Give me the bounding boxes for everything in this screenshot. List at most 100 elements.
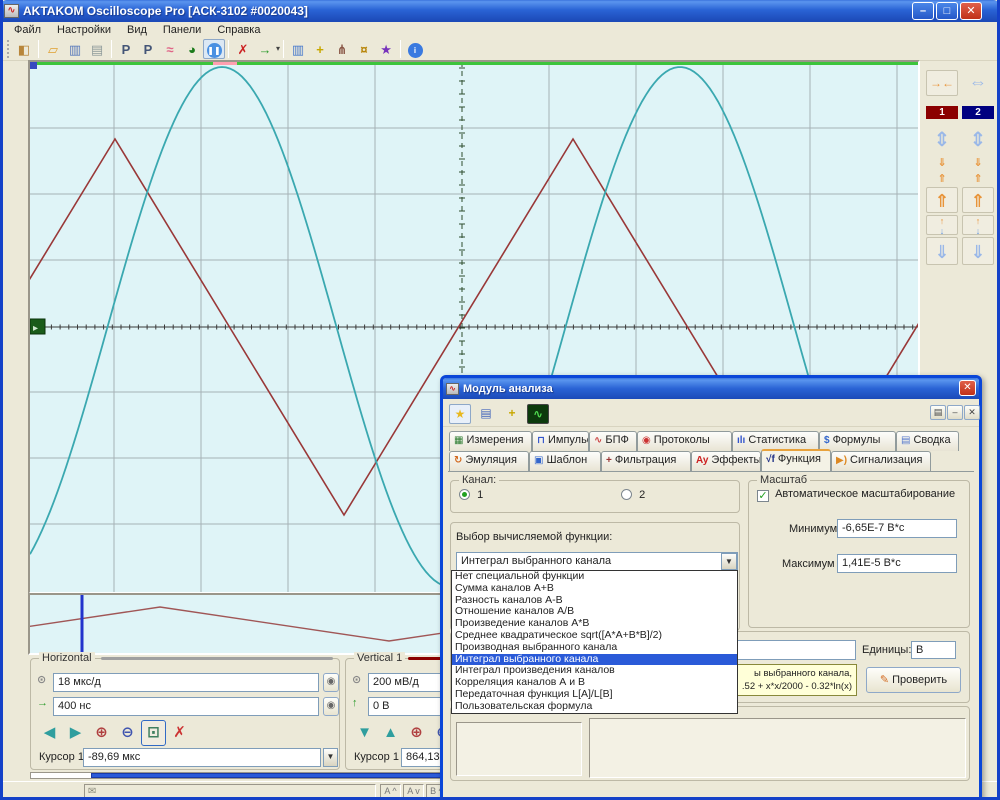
function-dropdown-button[interactable]: ▼ bbox=[721, 553, 737, 570]
shift-up-button-ch2[interactable]: ⇑ bbox=[962, 187, 994, 213]
status-cell-av[interactable]: A v bbox=[403, 784, 424, 799]
scroll-down-button[interactable]: ▼ bbox=[352, 720, 377, 746]
tab-сигнализация[interactable]: ▶)Сигнализация bbox=[831, 451, 931, 471]
tab-эффекты[interactable]: AyЭффекты bbox=[691, 451, 761, 471]
measure-cross-icon[interactable]: + bbox=[501, 404, 523, 424]
record-protocol-alt-icon[interactable]: P bbox=[137, 39, 159, 59]
dialog-close-button[interactable]: ✕ bbox=[959, 380, 976, 396]
tab-шаблон[interactable]: ▣Шаблон bbox=[529, 451, 601, 471]
expand-horizontal-button[interactable]: ⇔ bbox=[962, 70, 994, 96]
function-combobox[interactable]: Интеграл выбранного канала bbox=[456, 552, 738, 571]
menu-item-5[interactable]: Справка bbox=[209, 23, 268, 37]
scroll-left-button[interactable]: ◀ bbox=[37, 720, 62, 746]
function-option-3[interactable]: Разность каналов A-B bbox=[452, 595, 737, 607]
tab-фильтрация[interactable]: +Фильтрация bbox=[601, 451, 691, 471]
units-field[interactable]: В bbox=[911, 641, 956, 659]
cursor1-dropdown-button[interactable]: ▼ bbox=[323, 748, 338, 767]
expand-vertical-button-ch1[interactable]: ⇕ bbox=[926, 125, 958, 155]
delay-knob-button[interactable]: ◉ bbox=[323, 697, 339, 716]
tab-эмуляция[interactable]: ↻Эмуляция bbox=[449, 451, 529, 471]
shift-up-button-ch1[interactable]: ⇑ bbox=[926, 187, 958, 213]
parameter-list-box[interactable] bbox=[456, 722, 582, 776]
tab-функция[interactable]: √fФункция bbox=[761, 449, 831, 471]
toolbar-grip[interactable] bbox=[7, 40, 10, 58]
measure-cross-icon[interactable]: + bbox=[309, 39, 331, 59]
tools-icon[interactable]: ⋔ bbox=[331, 39, 353, 59]
help-book-icon[interactable]: ▤ bbox=[475, 404, 497, 424]
function-dropdown-list[interactable]: Нет специальной функцииСумма каналов A+B… bbox=[451, 570, 738, 714]
function-option-9[interactable]: Интеграл произведения каналов bbox=[452, 665, 737, 677]
clear-marks-icon[interactable]: ✗ bbox=[232, 39, 254, 59]
maximize-button[interactable]: □ bbox=[936, 2, 958, 20]
zoom-in-button[interactable]: ⊕ bbox=[89, 720, 114, 746]
fine-shift-button-ch2[interactable]: ↑↓ bbox=[962, 215, 994, 235]
scope-screen-icon[interactable]: ∿ bbox=[527, 404, 549, 424]
function-option-5[interactable]: Произведение каналов A*B bbox=[452, 618, 737, 630]
function-option-4[interactable]: Отношение каналов A/B bbox=[452, 606, 737, 618]
favorites-icon[interactable]: ★ bbox=[449, 404, 471, 424]
save-icon[interactable]: ▥ bbox=[64, 39, 86, 59]
cursor1-value-field[interactable]: -89,69 мкс bbox=[83, 748, 321, 767]
wizard-icon[interactable]: ★ bbox=[375, 39, 397, 59]
close-button[interactable]: ✕ bbox=[960, 2, 982, 20]
function-option-6[interactable]: Среднее квадратическое sqrt([A*A+B*B]/2) bbox=[452, 630, 737, 642]
zoom-out-button[interactable]: ⊖ bbox=[115, 720, 140, 746]
maximum-field[interactable]: 1,41E-5 В*с bbox=[837, 554, 957, 573]
zoom-window-button[interactable]: ⊡ bbox=[141, 720, 166, 746]
zoom-reset-button[interactable]: ✗ bbox=[167, 720, 192, 746]
function-option-1[interactable]: Нет специальной функции bbox=[452, 571, 737, 583]
help-icon[interactable]: i bbox=[404, 39, 426, 59]
timebase-field[interactable]: 18 мкс/д bbox=[53, 673, 319, 692]
compress-horizontal-button[interactable]: →← bbox=[926, 70, 958, 96]
device-info-icon[interactable]: ▥ bbox=[287, 39, 309, 59]
close-panel-button[interactable]: ✕ bbox=[964, 405, 980, 420]
function-option-7[interactable]: Производная выбранного канала bbox=[452, 642, 737, 654]
tab-импульс[interactable]: ⊓Импульс bbox=[532, 431, 589, 451]
delay-field[interactable]: 400 нс bbox=[53, 697, 319, 716]
fine-shift-button-ch1[interactable]: ↑↓ bbox=[926, 215, 958, 235]
expand-vertical-button-ch2[interactable]: ⇕ bbox=[962, 125, 994, 155]
scroll-up-button[interactable]: ▲ bbox=[378, 720, 403, 746]
zoom-in-button[interactable]: ⊕ bbox=[404, 720, 429, 746]
menu-item-3[interactable]: Вид bbox=[119, 23, 155, 37]
record-protocol-icon[interactable]: P bbox=[115, 39, 137, 59]
compress-vertical-button-ch1[interactable]: ⇓⇑ bbox=[926, 155, 958, 187]
shift-down-button-ch2[interactable]: ⇓ bbox=[962, 237, 994, 265]
check-formula-button[interactable]: ✎ Проверить bbox=[866, 667, 961, 693]
minimize-button[interactable]: – bbox=[947, 405, 963, 420]
tab-бпф[interactable]: ∿БПФ bbox=[589, 431, 637, 451]
print-button[interactable]: ▤ bbox=[930, 405, 946, 420]
tab-формулы[interactable]: $Формулы bbox=[819, 431, 896, 451]
menu-item-2[interactable]: Настройки bbox=[49, 23, 119, 37]
shift-down-button-ch1[interactable]: ⇓ bbox=[926, 237, 958, 265]
menu-item-1[interactable]: Файл bbox=[6, 23, 49, 37]
timebase-knob-button[interactable]: ◉ bbox=[323, 673, 339, 692]
add-mark-icon[interactable]: → bbox=[254, 39, 276, 59]
status-cell-a^[interactable]: A ^ bbox=[380, 784, 401, 799]
self-test-icon[interactable]: ◕ bbox=[181, 39, 203, 59]
channel-1-radio[interactable]: 1 bbox=[459, 489, 483, 501]
tab-протоколы[interactable]: ◉Протоколы bbox=[637, 431, 732, 451]
function-option-8[interactable]: Интеграл выбранного канала bbox=[452, 654, 737, 666]
add-mark-dropdown-arrow[interactable]: ▾ bbox=[276, 39, 280, 59]
function-option-2[interactable]: Сумма каналов A+B bbox=[452, 583, 737, 595]
minimize-button[interactable]: – bbox=[912, 2, 934, 20]
function-option-11[interactable]: Передаточная функция L[A]/L[B] bbox=[452, 689, 737, 701]
dialog-title-bar[interactable]: ∿ Модуль анализа ✕ bbox=[443, 378, 979, 399]
autoscale-checkbox[interactable]: ✓ Автоматическое масштабирование bbox=[757, 488, 955, 502]
function-option-12[interactable]: Пользовательская формула bbox=[452, 701, 737, 713]
scroll-right-button[interactable]: ▶ bbox=[63, 720, 88, 746]
function-option-10[interactable]: Корреляция каналов А и В bbox=[452, 677, 737, 689]
calibration-icon[interactable]: ¤ bbox=[353, 39, 375, 59]
pause-icon[interactable]: ❚❚ bbox=[203, 39, 225, 59]
channel-2-radio[interactable]: 2 bbox=[621, 489, 645, 501]
menu-item-4[interactable]: Панели bbox=[155, 23, 209, 37]
tab-сводка[interactable]: ▤Сводка bbox=[896, 431, 959, 451]
tab-измерения[interactable]: ▦Измерения bbox=[449, 431, 532, 451]
title-bar[interactable]: ∿ AKTAKOM Oscilloscope Pro [АСК-3102 #00… bbox=[0, 0, 1000, 22]
compress-vertical-button-ch2[interactable]: ⇓⇑ bbox=[962, 155, 994, 187]
tab-статистика[interactable]: ılıСтатистика bbox=[732, 431, 819, 451]
open-file-icon[interactable]: ▱ bbox=[42, 39, 64, 59]
exit-icon[interactable]: ◧ bbox=[13, 39, 35, 59]
print-icon[interactable]: ▤ bbox=[86, 39, 108, 59]
